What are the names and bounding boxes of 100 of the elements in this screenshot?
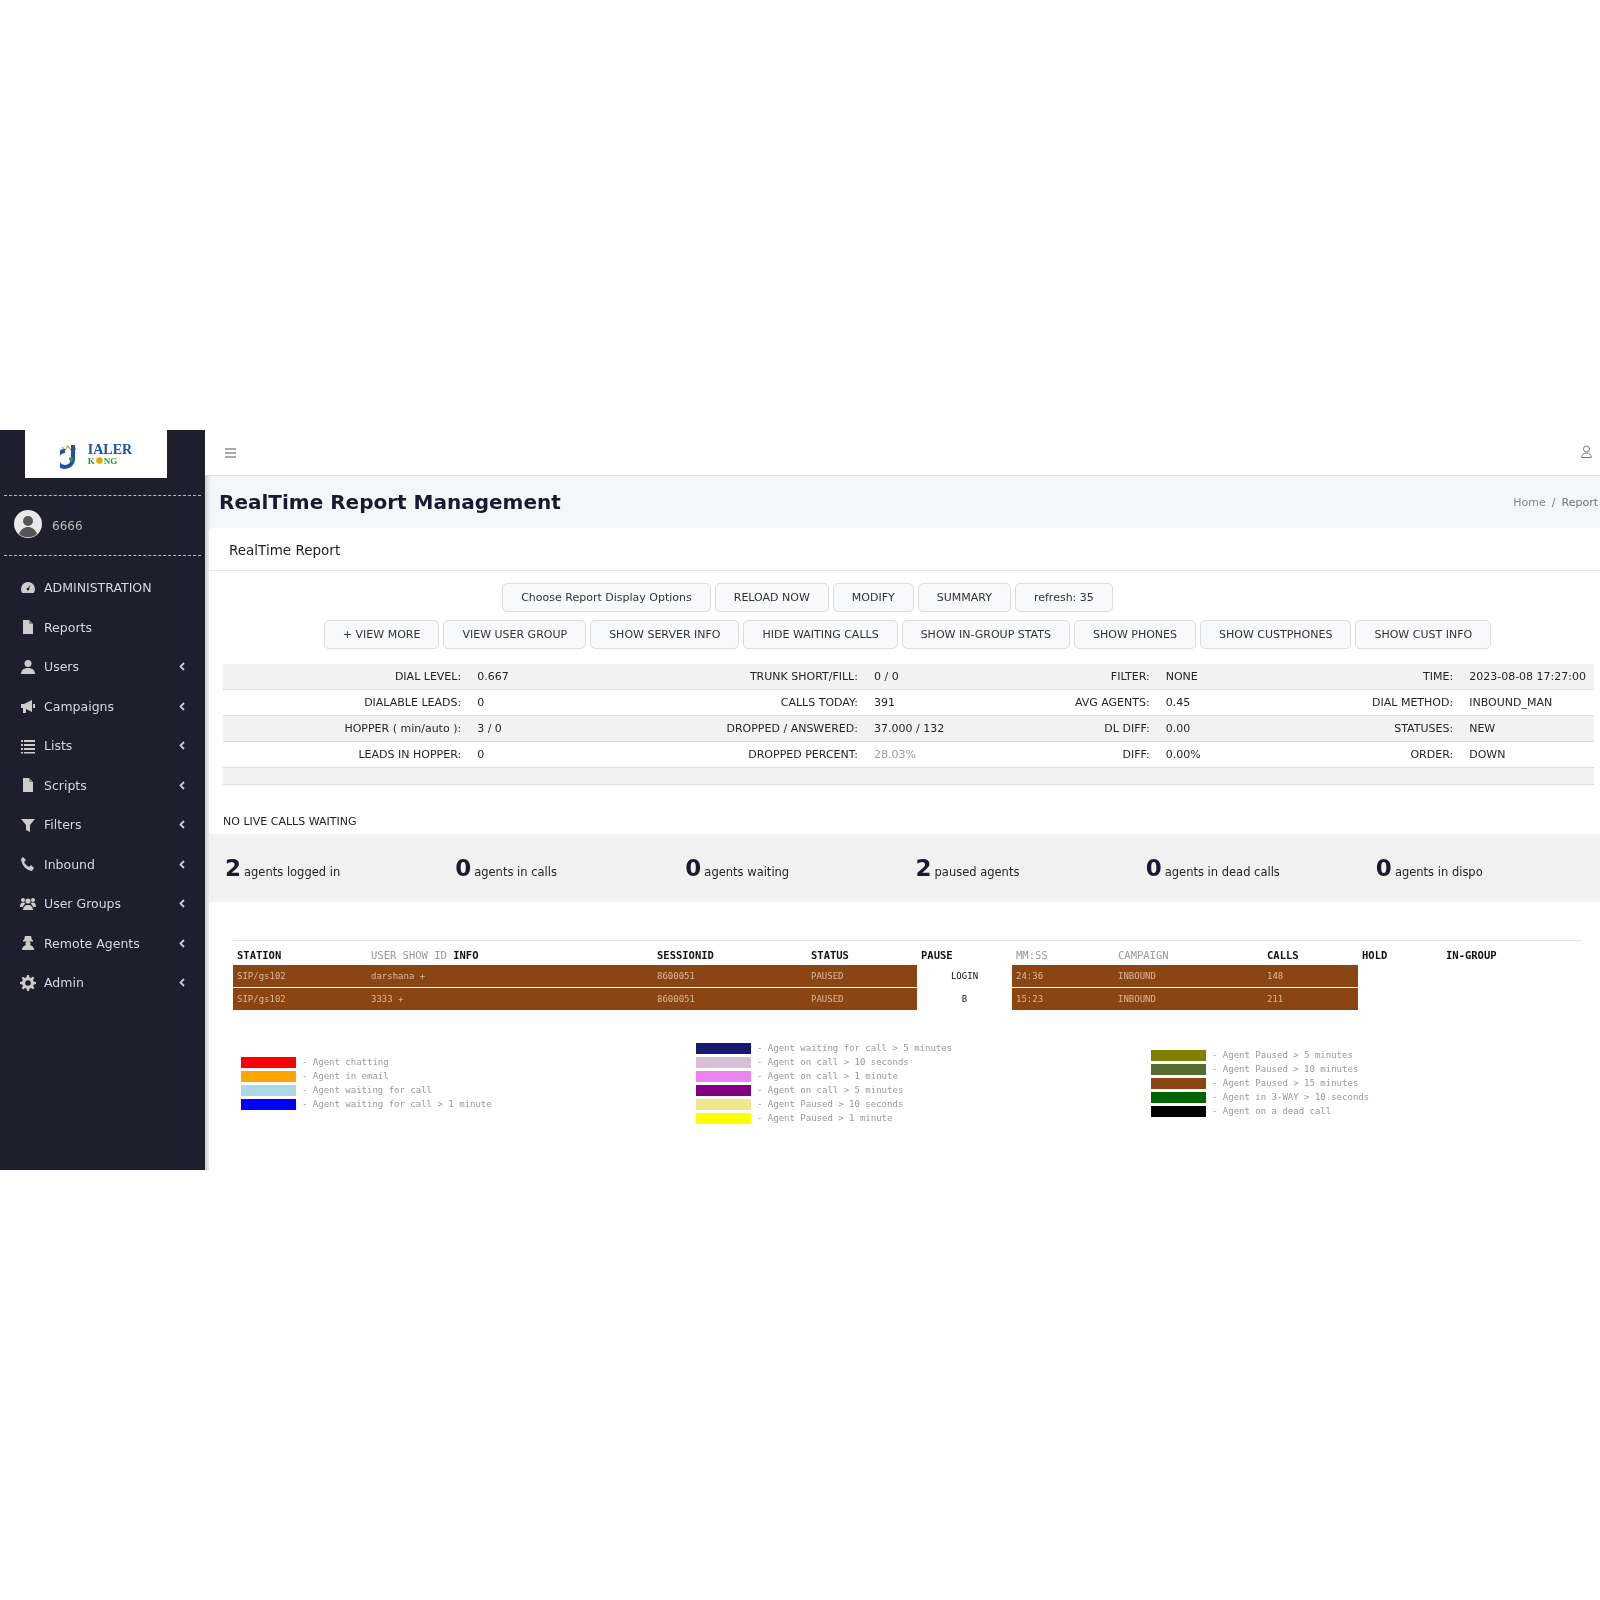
table-cell: 24:36 xyxy=(1012,965,1114,988)
legend-label: - Agent chatting xyxy=(302,1057,389,1067)
column-header: MM:SS xyxy=(1016,949,1048,961)
count-label: paused agents xyxy=(934,865,1020,879)
report-button[interactable]: RELOAD NOW xyxy=(714,583,829,612)
card-title: RealTime Report xyxy=(209,528,1600,571)
menu-icon[interactable] xyxy=(225,448,236,458)
agent-count: 0 xyxy=(1145,855,1162,881)
stat-label: DL DIFF: xyxy=(989,715,1158,742)
report-button[interactable]: SHOW CUSTPHONES xyxy=(1200,620,1352,649)
table-cell: 148 xyxy=(1263,965,1358,988)
stat-value: NEW xyxy=(1461,715,1594,742)
report-button[interactable]: refresh: 35 xyxy=(1014,583,1113,612)
legend-label: - Agent waiting for call > 5 minutes xyxy=(757,1043,953,1053)
sidebar-item[interactable]: Filters xyxy=(0,805,205,845)
legend-label: - Agent on call > 5 minutes xyxy=(757,1085,904,1095)
file-icon xyxy=(20,777,36,794)
column-header: STATUS xyxy=(811,949,849,961)
phone-icon xyxy=(20,856,36,873)
column-header: CALLS xyxy=(1267,949,1299,961)
report-button[interactable]: SUMMARY xyxy=(917,583,1011,612)
legend-label: - Agent in 3-WAY > 10 seconds xyxy=(1212,1092,1370,1102)
sidebar-item[interactable]: Lists xyxy=(0,726,205,766)
column-header: IN-GROUP xyxy=(1446,949,1497,961)
stat-label: TRUNK SHORT/FILL: xyxy=(592,664,866,690)
legend-label: - Agent on a dead call xyxy=(1212,1106,1332,1116)
logo-text: NG xyxy=(103,456,118,466)
table-cell: 211 xyxy=(1263,987,1358,1011)
report-button[interactable]: SHOW IN-GROUP STATS xyxy=(901,620,1070,649)
legend-label: - Agent on call > 10 seconds xyxy=(757,1057,909,1067)
table-cell: B xyxy=(917,987,1012,1011)
sidebar-item[interactable]: Campaigns xyxy=(0,686,205,726)
count-label: agents waiting xyxy=(704,865,790,879)
stat-value: 0.45 xyxy=(1157,689,1282,716)
agent-icon xyxy=(20,935,36,952)
legend-label: - Agent Paused > 10 minutes xyxy=(1212,1064,1359,1074)
sidebar-item[interactable]: User Groups xyxy=(0,884,205,924)
count-label: agents logged in xyxy=(244,865,341,879)
report-button[interactable]: Choose Report Display Options xyxy=(502,583,711,612)
report-button[interactable]: SHOW PHONES xyxy=(1074,620,1196,649)
table-cell: PAUSED xyxy=(807,987,917,1011)
logo-text: K xyxy=(87,456,95,466)
stat-value: INBOUND_MAN xyxy=(1461,689,1594,716)
sidebar-item[interactable]: Scripts xyxy=(0,765,205,805)
stat-value: 28.03% xyxy=(865,741,990,768)
sidebar-item[interactable]: Admin xyxy=(0,963,205,1003)
sidebar-item[interactable]: ADMINISTRATION xyxy=(0,568,205,608)
sidebar-item[interactable]: Inbound xyxy=(0,844,205,884)
legend-label: - Agent Paused > 5 minutes xyxy=(1212,1050,1353,1060)
user-icon[interactable] xyxy=(1581,445,1592,458)
report-button[interactable]: MODIFY xyxy=(832,583,914,612)
users-icon xyxy=(20,895,36,912)
stat-value: 0 / 0 xyxy=(865,664,990,690)
table-cell: INBOUND xyxy=(1114,987,1263,1011)
stat-value: 0.00% xyxy=(1157,741,1282,768)
agent-count: 2 xyxy=(225,855,241,881)
user-icon xyxy=(20,658,36,675)
stat-value: 0 xyxy=(469,741,593,768)
stat-label: DIAL METHOD: xyxy=(1281,689,1462,716)
stat-label: FILTER: xyxy=(989,664,1158,690)
stat-label: STATUSES: xyxy=(1281,715,1462,742)
agent-count: 0 xyxy=(455,855,472,881)
stat-value: 0.00 xyxy=(1157,715,1282,742)
gauge-icon xyxy=(20,579,36,596)
column-header: HOLD xyxy=(1362,949,1388,961)
stat-value: 3 / 0 xyxy=(469,715,593,742)
sidebar-item[interactable]: Reports xyxy=(0,607,205,647)
count-label: agents in dead calls xyxy=(1164,865,1280,879)
column-header: CAMPAIGN xyxy=(1118,949,1169,961)
table-cell: 3333 + xyxy=(367,987,653,1011)
report-button[interactable]: HIDE WAITING CALLS xyxy=(743,620,898,649)
stat-label: DIALABLE LEADS: xyxy=(223,689,470,716)
report-button[interactable]: SHOW CUST INFO xyxy=(1355,620,1492,649)
table-cell: 8600051 xyxy=(653,965,807,988)
column-header: SESSIONID xyxy=(657,949,714,961)
legend-label: - Agent on call > 1 minute xyxy=(757,1071,898,1081)
stat-label: DIFF: xyxy=(989,741,1158,768)
table-cell: SIP/gs102 xyxy=(233,987,367,1011)
stat-label: DIAL LEVEL: xyxy=(223,664,470,690)
stat-label: DROPPED / ANSWERED: xyxy=(592,715,866,742)
sidebar-item[interactable]: Users xyxy=(0,647,205,687)
agent-count: 2 xyxy=(915,855,932,881)
legend-label: - Agent Paused > 1 minute xyxy=(757,1113,893,1123)
logo-text: IALER xyxy=(87,442,133,457)
stat-value: DOWN xyxy=(1461,741,1594,768)
filter-icon xyxy=(20,816,36,833)
sidebar-item[interactable]: Remote Agents xyxy=(0,923,205,963)
stat-label: LEADS IN HOPPER: xyxy=(223,741,470,768)
report-button[interactable]: VIEW USER GROUP xyxy=(443,620,587,649)
stat-label: AVG AGENTS: xyxy=(989,689,1158,716)
report-button[interactable]: + VIEW MORE xyxy=(323,620,440,649)
breadcrumb-current: Report xyxy=(1561,495,1598,509)
agent-count: 0 xyxy=(1375,855,1392,881)
stat-value: 0 xyxy=(469,689,593,716)
stat-value: 2023-08-08 17:27:00 xyxy=(1461,664,1594,690)
report-button[interactable]: SHOW SERVER INFO xyxy=(590,620,740,649)
legend-label: - Agent waiting for call xyxy=(302,1085,433,1095)
legend-label: - Agent waiting for call > 1 minute xyxy=(302,1099,492,1109)
column-header: INFO xyxy=(453,949,479,961)
count-label: agents in calls xyxy=(474,865,557,879)
